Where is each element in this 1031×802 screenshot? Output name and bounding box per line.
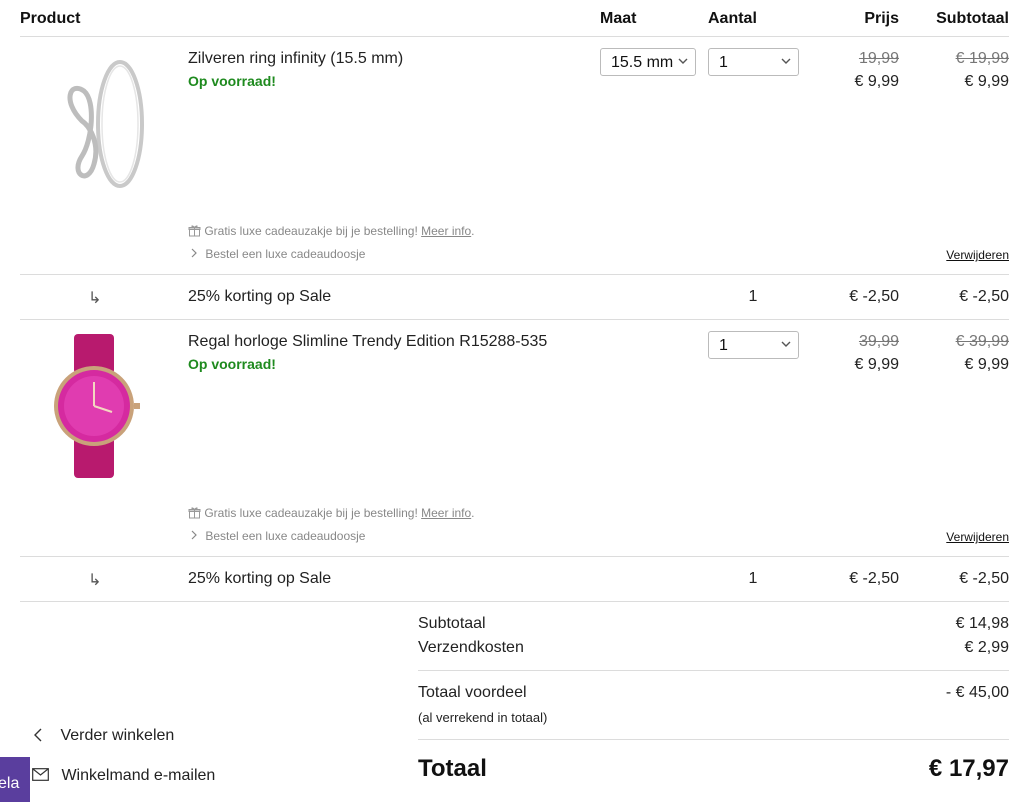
discount-label: 25% korting op Sale <box>188 288 332 305</box>
column-header-quantity: Aantal <box>708 10 757 27</box>
divider <box>20 601 1009 602</box>
side-widget-tab[interactable]: ela <box>0 757 30 802</box>
sub-line-arrow-icon: ↳ <box>88 290 102 307</box>
total-label: Totaal <box>418 755 487 782</box>
divider <box>418 739 1009 740</box>
column-header-product: Product <box>20 10 81 27</box>
discount-quantity: 1 <box>748 570 758 587</box>
column-header-price: Prijs <box>864 10 899 27</box>
item-subtotal: € 9,99 <box>964 73 1009 90</box>
original-price: 19,99 <box>858 50 899 67</box>
mail-icon <box>32 768 49 781</box>
side-widget-label: ela <box>0 775 20 792</box>
product-image-ring[interactable] <box>42 46 160 206</box>
discount-subtotal: € -2,50 <box>959 288 1009 305</box>
gift-box-toggle[interactable]: Bestel een luxe cadeaudoosje <box>190 529 365 543</box>
quantity-select[interactable]: 1 <box>708 48 799 76</box>
email-cart-link[interactable]: Winkelmand e-mailen <box>32 767 215 785</box>
subtotal-label: Subtotaal <box>418 615 486 632</box>
item-subtotal: € 9,99 <box>964 356 1009 373</box>
shipping-label: Verzendkosten <box>418 639 524 656</box>
discount-price: € -2,50 <box>849 570 899 587</box>
remove-item-link[interactable]: Verwijderen <box>900 530 1009 544</box>
gift-box-toggle[interactable]: Bestel een luxe cadeaudoosje <box>190 247 365 261</box>
gift-icon <box>188 507 201 519</box>
divider <box>20 36 1009 37</box>
chevron-left-icon <box>34 728 42 742</box>
size-select-value: 15.5 mm <box>611 54 674 71</box>
subtotal-value: € 14,98 <box>955 615 1009 632</box>
column-header-subtotal: Subtotaal <box>936 10 1009 27</box>
divider <box>20 274 1009 275</box>
divider <box>20 556 1009 557</box>
divider <box>20 319 1009 320</box>
gift-notice: Gratis luxe cadeauzakje bij je bestellin… <box>188 224 475 238</box>
chevron-down-icon <box>678 58 688 64</box>
original-subtotal: € 19,99 <box>955 50 1009 67</box>
sale-price: € 9,99 <box>854 356 899 373</box>
gift-icon <box>188 225 201 237</box>
total-advantage-value: - € 45,00 <box>945 684 1009 701</box>
email-cart-label: Winkelmand e-mailen <box>61 767 216 784</box>
product-image-watch[interactable] <box>38 326 156 486</box>
stock-status: Op voorraad! <box>188 356 276 372</box>
gift-notice: Gratis luxe cadeauzakje bij je bestellin… <box>188 506 475 520</box>
original-subtotal: € 39,99 <box>955 333 1009 350</box>
gift-text: Gratis luxe cadeauzakje bij je bestellin… <box>204 224 418 238</box>
gift-box-label: Bestel een luxe cadeaudoosje <box>205 529 366 543</box>
column-header-size: Maat <box>600 10 637 27</box>
sale-price: € 9,99 <box>854 73 899 90</box>
more-info-link[interactable]: Meer info <box>421 224 471 238</box>
quantity-select-value: 1 <box>719 337 728 354</box>
continue-shopping-label: Verder winkelen <box>60 727 175 744</box>
sub-line-arrow-icon: ↳ <box>88 572 102 589</box>
product-name[interactable]: Regal horloge Slimline Trendy Edition R1… <box>188 333 547 351</box>
chevron-down-icon <box>781 341 791 347</box>
discount-quantity: 1 <box>748 288 758 305</box>
advantage-note: (al verrekend in totaal) <box>418 710 548 725</box>
total-value: € 17,97 <box>928 755 1009 782</box>
chevron-right-icon <box>191 530 197 540</box>
gift-dot: . <box>471 506 475 520</box>
quantity-select-value: 1 <box>719 54 728 71</box>
chevron-down-icon <box>781 58 791 64</box>
divider <box>418 670 1009 671</box>
gift-box-label: Bestel een luxe cadeaudoosje <box>205 247 366 261</box>
gift-text: Gratis luxe cadeauzakje bij je bestellin… <box>204 506 418 520</box>
remove-item-link[interactable]: Verwijderen <box>900 248 1009 262</box>
gift-dot: . <box>471 224 475 238</box>
product-name[interactable]: Zilveren ring infinity (15.5 mm) <box>188 50 403 68</box>
chevron-right-icon <box>191 248 197 258</box>
continue-shopping-link[interactable]: Verder winkelen <box>32 727 174 745</box>
discount-label: 25% korting op Sale <box>188 570 332 587</box>
stock-status: Op voorraad! <box>188 73 276 89</box>
total-advantage-label: Totaal voordeel <box>418 684 527 701</box>
discount-price: € -2,50 <box>849 288 899 305</box>
size-select[interactable]: 15.5 mm <box>600 48 696 76</box>
shipping-value: € 2,99 <box>964 639 1009 656</box>
quantity-select[interactable]: 1 <box>708 331 799 359</box>
more-info-link[interactable]: Meer info <box>421 506 471 520</box>
discount-subtotal: € -2,50 <box>959 570 1009 587</box>
original-price: 39,99 <box>858 333 899 350</box>
